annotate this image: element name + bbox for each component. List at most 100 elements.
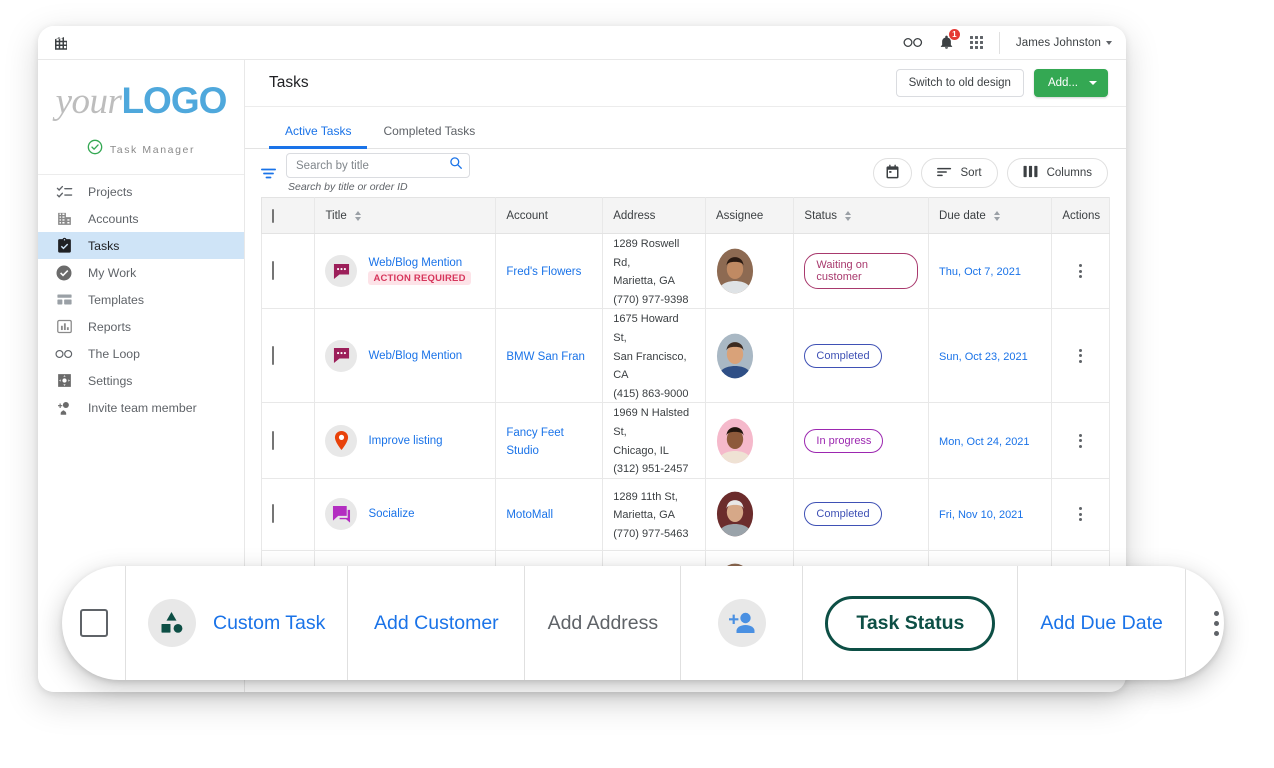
table-header-row: Title Account Address Assignee Status Du… xyxy=(260,197,1110,234)
status-badge[interactable]: Waiting on customer xyxy=(804,253,919,290)
sidebar-item-accounts[interactable]: Accounts xyxy=(38,205,244,232)
avatar-older-woman-glasses[interactable] xyxy=(716,491,754,537)
column-title[interactable]: Title xyxy=(314,197,497,234)
sidebar-label: Invite team member xyxy=(88,400,197,415)
clipboard-check-icon xyxy=(55,237,73,255)
user-menu[interactable]: James Johnston xyxy=(1016,37,1112,49)
infinity-icon[interactable] xyxy=(903,36,923,49)
toolbar-right: Sort Columns xyxy=(872,158,1108,188)
overlay-task-status[interactable]: Task Status xyxy=(803,566,1019,680)
sidebar-label: Accounts xyxy=(88,211,139,226)
search-input[interactable] xyxy=(296,159,449,172)
task-title-link[interactable]: Socialize xyxy=(368,508,414,520)
task-title-link[interactable]: Web/Blog Mention xyxy=(368,257,470,269)
overlay-add-address[interactable]: Add Address xyxy=(525,566,682,680)
notifications-bell-icon[interactable]: 1 xyxy=(939,29,960,51)
sidebar-item-the-loop[interactable]: The Loop xyxy=(38,340,244,367)
due-date-link[interactable]: Mon, Oct 24, 2021 xyxy=(939,436,1030,448)
row-due-date-cell: Thu, Oct 7, 2021 xyxy=(928,233,1053,310)
row-actions-cell xyxy=(1051,233,1110,310)
account-link[interactable]: BMW San Fran xyxy=(506,351,585,363)
account-link[interactable]: Fancy Feet Studio xyxy=(506,427,564,457)
column-status[interactable]: Status xyxy=(793,197,930,234)
table-row[interactable]: Improve listing Fancy Feet Studio 1969 N H… xyxy=(260,402,1110,479)
kebab-menu-icon[interactable] xyxy=(1062,348,1099,363)
sidebar-item-tasks[interactable]: Tasks xyxy=(38,232,244,259)
sort-button[interactable]: Sort xyxy=(920,158,998,188)
column-actions: Actions xyxy=(1051,197,1110,234)
search-icon[interactable] xyxy=(449,156,463,175)
column-status-label: Status xyxy=(804,209,838,222)
row-checkbox[interactable] xyxy=(272,430,274,450)
search-box[interactable] xyxy=(286,153,470,178)
search-hint: Search by title or order ID xyxy=(288,181,408,193)
due-date-link[interactable]: Thu, Oct 7, 2021 xyxy=(939,266,1021,278)
sidebar-item-templates[interactable]: Templates xyxy=(38,286,244,313)
sidebar-item-reports[interactable]: Reports xyxy=(38,313,244,340)
table-toolbar: Search by title or order ID xyxy=(245,149,1126,197)
filter-icon[interactable] xyxy=(261,167,276,180)
row-checkbox[interactable] xyxy=(272,504,274,524)
calendar-button[interactable] xyxy=(872,158,912,188)
add-button-label: Add... xyxy=(1047,77,1078,89)
sidebar-item-invite-team-member[interactable]: Invite team member xyxy=(38,394,244,421)
overlay-assignee[interactable] xyxy=(681,566,804,680)
due-date-link[interactable]: Fri, Nov 10, 2021 xyxy=(939,509,1023,521)
overlay-add-customer[interactable]: Add Customer xyxy=(348,566,526,680)
sort-arrows-icon[interactable] xyxy=(354,210,361,221)
task-status-pill[interactable]: Task Status xyxy=(825,595,996,651)
row-due-date-cell: Sun, Oct 23, 2021 xyxy=(928,308,1053,404)
overlay-add-due-date[interactable]: Add Due Date xyxy=(1018,566,1186,680)
status-badge[interactable]: Completed xyxy=(804,502,882,527)
switch-to-old-design-button[interactable]: Switch to old design xyxy=(895,69,1024,97)
columns-button[interactable]: Columns xyxy=(1006,158,1108,188)
tab-active-tasks[interactable]: Active Tasks xyxy=(269,124,368,149)
avatar-man-curly-hair[interactable] xyxy=(716,248,754,294)
account-link[interactable]: MotoMall xyxy=(506,509,553,521)
sidebar-item-settings[interactable]: Settings xyxy=(38,367,244,394)
sidebar-item-projects[interactable]: Projects xyxy=(38,178,244,205)
address-text: 1289 11th St, Marietta, GA (770) 977-5463 xyxy=(613,490,689,540)
overlay-custom-task[interactable]: Custom Task xyxy=(126,566,349,680)
checklist-icon xyxy=(55,183,73,201)
avatar-woman-camera[interactable] xyxy=(716,333,754,379)
row-status-cell: Waiting on customer xyxy=(793,233,930,310)
kebab-menu-icon[interactable] xyxy=(1062,433,1099,448)
select-all-checkbox[interactable] xyxy=(272,208,274,223)
account-link[interactable]: Fred's Flowers xyxy=(506,266,581,278)
avatar-woman-pink-bg[interactable] xyxy=(716,418,754,464)
table-row[interactable]: Web/Blog Mention BMW San Fran 1675 Howard … xyxy=(260,308,1110,404)
status-badge[interactable]: Completed xyxy=(804,343,882,368)
add-button[interactable]: Add... xyxy=(1033,69,1108,97)
kebab-menu-icon[interactable] xyxy=(1062,507,1099,522)
apps-grid-icon[interactable] xyxy=(969,36,983,49)
sidebar-item-my-work[interactable]: My Work xyxy=(38,259,244,286)
product-name: Task Manager xyxy=(109,143,196,156)
row-address-cell: 1969 N Halsted St, Chicago, IL (312) 951-2… xyxy=(602,402,707,479)
kebab-menu-icon[interactable] xyxy=(1214,610,1220,636)
table-row[interactable]: Web/Blog Mention ACTION REQUIRED Fred's Fl… xyxy=(260,233,1110,310)
status-badge[interactable]: In progress xyxy=(804,428,884,453)
task-title-link[interactable]: Web/Blog Mention xyxy=(368,350,462,362)
sort-arrows-icon[interactable] xyxy=(993,210,1000,221)
address-text: 1969 N Halsted St, Chicago, IL (312) 951-2… xyxy=(613,407,690,476)
task-title-link[interactable]: Improve listing xyxy=(368,435,442,447)
task-status-label: Task Status xyxy=(856,611,965,634)
tasks-table-body: Web/Blog Mention ACTION REQUIRED Fred's Fl… xyxy=(260,233,1110,623)
row-account-cell: BMW San Fran xyxy=(495,308,604,404)
tab-completed-tasks[interactable]: Completed Tasks xyxy=(367,124,491,148)
row-checkbox[interactable] xyxy=(272,261,274,281)
select-all-checkbox[interactable] xyxy=(79,609,108,637)
due-date-link[interactable]: Sun, Oct 23, 2021 xyxy=(939,351,1028,363)
kebab-menu-icon[interactable] xyxy=(1062,264,1099,279)
table-row[interactable]: Socialize MotoMall 1289 11th St, Marietta, … xyxy=(260,478,1110,551)
row-title-cell: Web/Blog Mention ACTION REQUIRED xyxy=(314,233,497,310)
overlay-more-menu[interactable] xyxy=(1186,566,1224,680)
row-checkbox[interactable] xyxy=(272,345,274,365)
app-logo[interactable]: yourLOGO xyxy=(38,82,244,120)
sort-arrows-icon[interactable] xyxy=(845,210,852,221)
top-bar: 1 James Johnston xyxy=(38,26,1126,60)
sort-icon xyxy=(936,166,952,181)
column-due-date[interactable]: Due date xyxy=(928,197,1053,234)
sidebar-label: My Work xyxy=(88,265,137,280)
